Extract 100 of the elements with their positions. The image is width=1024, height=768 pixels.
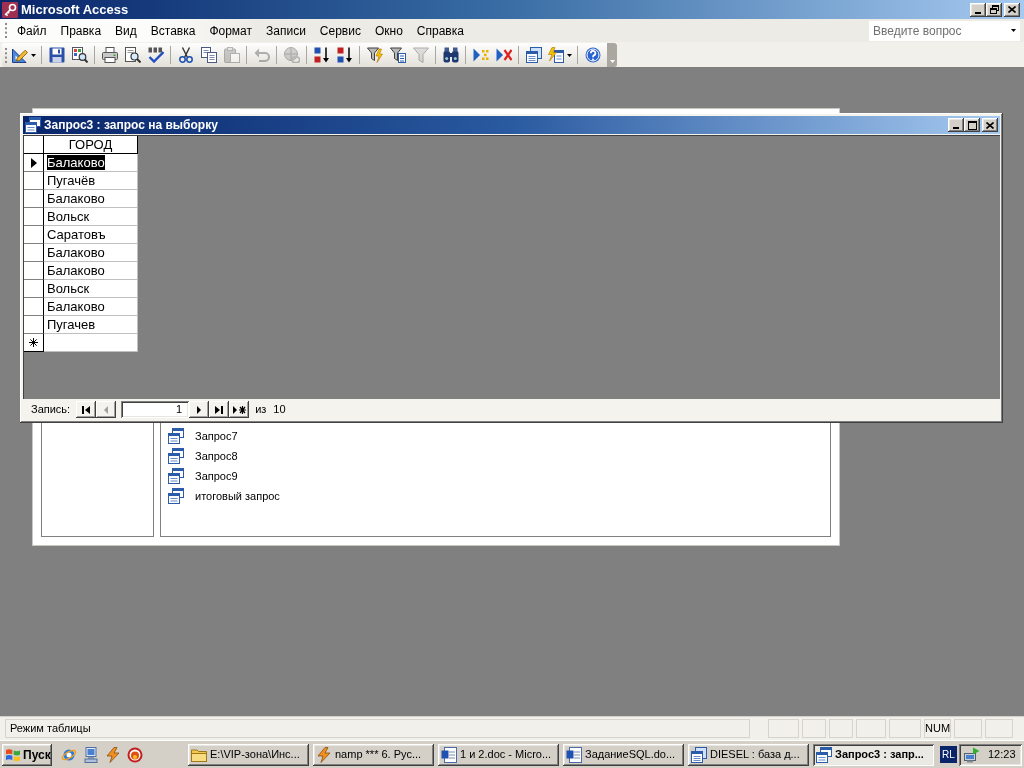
- menu-item[interactable]: Справка: [409, 21, 471, 40]
- table-cell[interactable]: Саратовъ: [44, 226, 138, 244]
- column-header[interactable]: ГОРОД: [44, 136, 138, 154]
- minimize-button[interactable]: [948, 118, 964, 132]
- flag-icon: [5, 746, 21, 763]
- query-icon: [816, 746, 832, 763]
- lightning-icon: [316, 746, 332, 763]
- table-cell[interactable]: Пугачёв: [44, 172, 138, 190]
- taskbar-button[interactable]: ЗаданиеSQL.do...: [563, 743, 684, 766]
- new-record-icon: [472, 47, 489, 63]
- query-icon: [168, 468, 184, 484]
- row-selector[interactable]: [24, 154, 44, 172]
- status-text: Режим таблицы: [5, 719, 750, 738]
- taskbar-button[interactable]: E:\VIP-зона\Инс...: [188, 743, 309, 766]
- last-record-button[interactable]: [209, 401, 230, 418]
- close-icon: [986, 121, 994, 129]
- help-search-field[interactable]: Введите вопрос: [869, 20, 1020, 41]
- row-selector[interactable]: [24, 262, 44, 280]
- last-record-icon: [215, 405, 224, 414]
- table-cell[interactable]: Балаково: [44, 298, 138, 316]
- record-count: 10: [273, 402, 286, 418]
- table-cell[interactable]: Пугачев: [44, 316, 138, 334]
- document-icon: [441, 746, 457, 763]
- query-icon: [168, 428, 184, 444]
- minimize-icon: [975, 11, 981, 14]
- close-button[interactable]: [982, 118, 998, 132]
- taskbar-button[interactable]: DIESEL : база д...: [688, 743, 809, 766]
- key-icon: [2, 1, 18, 18]
- new-object-button[interactable]: [545, 44, 574, 66]
- funnel-lightning-icon: [366, 47, 383, 63]
- maximize-icon: [967, 120, 977, 130]
- table-cell[interactable]: Вольск: [44, 208, 138, 226]
- document-icon: [566, 746, 582, 763]
- table-cell[interactable]: Балаково: [44, 190, 138, 208]
- table-cell[interactable]: Балаково: [44, 262, 138, 280]
- row-selector[interactable]: [24, 334, 44, 352]
- query-list-item[interactable]: итоговый запрос: [161, 486, 280, 506]
- query-list-item[interactable]: Запрос7: [161, 426, 238, 446]
- globe-link-icon: [283, 47, 300, 63]
- menu-item[interactable]: Записи: [259, 21, 313, 40]
- asterisk-icon: [29, 338, 38, 347]
- printer-icon: [101, 47, 118, 63]
- query-list-item[interactable]: Запрос8: [161, 446, 238, 466]
- row-selector[interactable]: [24, 280, 44, 298]
- maximize-button[interactable]: [964, 118, 980, 132]
- taskbar-button[interactable]: namp *** 6. Рус...: [313, 743, 434, 766]
- menu-item[interactable]: Файл: [10, 21, 54, 40]
- window-title: Запрос3 : запрос на выборку: [44, 119, 218, 131]
- record-number-field[interactable]: 1: [121, 401, 190, 418]
- help-icon: [584, 47, 601, 63]
- row-selector[interactable]: [24, 208, 44, 226]
- network-icon[interactable]: [964, 746, 980, 763]
- first-record-button[interactable]: [76, 401, 97, 418]
- page-magnifier-icon: [71, 47, 88, 63]
- close-icon: [1008, 6, 1016, 13]
- row-selector[interactable]: [24, 298, 44, 316]
- menu-item[interactable]: Окно: [367, 21, 410, 40]
- menu-item[interactable]: Сервис: [312, 21, 368, 40]
- select-all-cell[interactable]: [24, 136, 44, 154]
- new-object-icon: [547, 47, 564, 63]
- row-selector[interactable]: [24, 244, 44, 262]
- row-selector[interactable]: [24, 316, 44, 334]
- window-title: Microsoft Access: [21, 3, 129, 16]
- funnel-form-icon: [389, 47, 406, 63]
- table-cell[interactable]: Вольск: [44, 280, 138, 298]
- menu-item[interactable]: Формат: [202, 21, 260, 40]
- copy-icon: [200, 47, 217, 63]
- start-button[interactable]: Пуск: [2, 743, 52, 766]
- query-list-item[interactable]: Запрос9: [161, 466, 238, 486]
- restore-button[interactable]: [986, 2, 1002, 17]
- database-window-icon: [525, 47, 542, 63]
- disc-icon[interactable]: [127, 746, 143, 763]
- restore-icon: [989, 5, 999, 14]
- sort-ascending-icon: [313, 47, 330, 63]
- table-cell[interactable]: Балаково: [44, 154, 138, 172]
- menu-item[interactable]: Правка: [53, 21, 109, 40]
- row-selector[interactable]: [24, 226, 44, 244]
- caret-icon: [1011, 29, 1016, 32]
- funnel-icon: [412, 47, 429, 63]
- table-cell[interactable]: Балаково: [44, 244, 138, 262]
- previous-record-icon: [104, 405, 109, 414]
- query-icon: [168, 448, 184, 464]
- language-indicator[interactable]: RL: [940, 746, 957, 763]
- row-selector[interactable]: [24, 190, 44, 208]
- caret-icon: [566, 53, 572, 57]
- computer-icon[interactable]: [83, 746, 99, 763]
- next-record-button[interactable]: [189, 401, 210, 418]
- table-cell[interactable]: [44, 334, 138, 352]
- menu-item[interactable]: Вставка: [143, 21, 203, 40]
- taskbar-button[interactable]: 1 и 2.doc - Micro...: [438, 743, 559, 766]
- row-selector[interactable]: [24, 172, 44, 190]
- minimize-icon: [953, 127, 959, 129]
- taskbar-button[interactable]: Запрос3 : запр...: [813, 743, 934, 766]
- lightning-icon[interactable]: [105, 746, 121, 763]
- undo-arrow-icon: [253, 47, 270, 63]
- close-button[interactable]: [1004, 2, 1020, 17]
- minimize-button[interactable]: [970, 2, 986, 17]
- new-record-button[interactable]: [229, 401, 250, 418]
- menu-item[interactable]: Вид: [108, 21, 144, 40]
- status-panel: NUM: [924, 719, 951, 738]
